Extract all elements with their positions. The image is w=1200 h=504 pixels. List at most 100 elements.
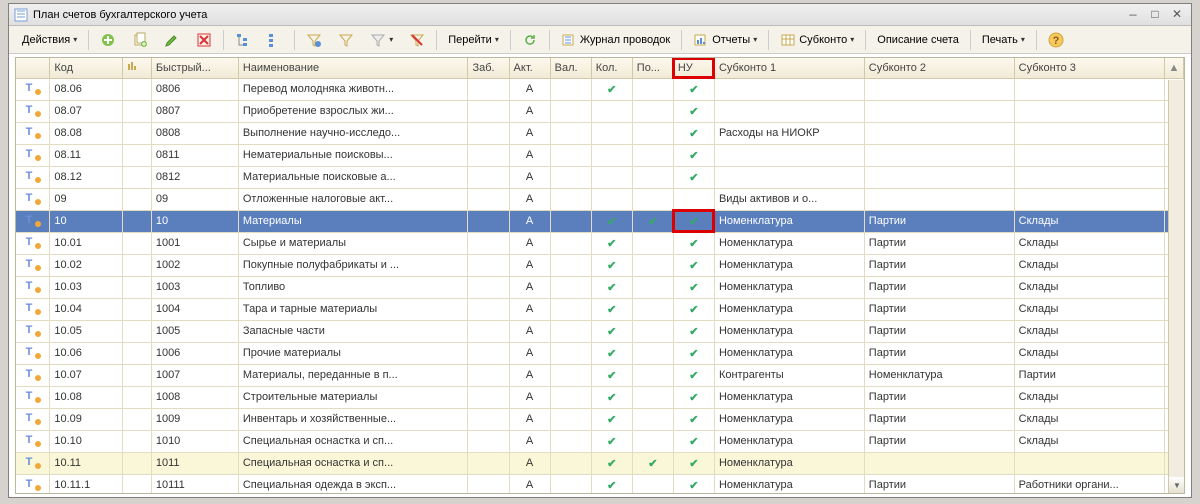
hierarchy1-button[interactable] [228, 29, 258, 51]
table-row[interactable]: 08.120812Материальные поисковые а...А✔ [16, 166, 1184, 188]
col-sub3[interactable]: Субконто 3 [1014, 58, 1164, 78]
table-row[interactable]: 10.081008Строительные материалыА✔✔Номенк… [16, 386, 1184, 408]
scroll-down-icon[interactable]: ▼ [1169, 477, 1185, 493]
cell-name: Специальная оснастка и сп... [238, 430, 468, 452]
cell-sub3: Склады [1014, 320, 1164, 342]
subkonto-button[interactable]: Субконто▾ [773, 29, 861, 51]
cell-code: 10 [50, 210, 123, 232]
table-row[interactable]: 10.041004Тара и тарные материалыА✔✔Номен… [16, 298, 1184, 320]
cell-name: Тара и тарные материалы [238, 298, 468, 320]
col-val[interactable]: Вал. [550, 58, 591, 78]
minimize-button[interactable]: — [1123, 7, 1143, 23]
cell-po [632, 144, 673, 166]
refresh-button[interactable] [515, 29, 545, 51]
cell-qty [591, 188, 632, 210]
cell-quick: 1007 [151, 364, 238, 386]
table-row[interactable]: 08.070807Приобретение взрослых жи...А✔ [16, 100, 1184, 122]
goto-menu[interactable]: Перейти▾ [441, 29, 506, 51]
table-row[interactable]: 10.091009Инвентарь и хозяйственные...А✔✔… [16, 408, 1184, 430]
cell-act: А [509, 144, 550, 166]
help-button[interactable]: ? [1041, 29, 1071, 51]
col-act[interactable]: Акт. [509, 58, 550, 78]
delete-button[interactable] [189, 29, 219, 51]
cell-name: Специальная оснастка и сп... [238, 452, 468, 474]
cell-po [632, 342, 673, 364]
maximize-button[interactable]: □ [1145, 7, 1165, 23]
table-row[interactable]: 08.060806Перевод молодняка животн...А✔✔ [16, 78, 1184, 100]
cell-qty: ✔ [591, 210, 632, 232]
row-icon-cell [16, 408, 50, 430]
cell-name: Прочие материалы [238, 342, 468, 364]
filter1-button[interactable] [299, 29, 329, 51]
filter2-button[interactable] [331, 29, 361, 51]
cell-sort [122, 408, 151, 430]
col-sort[interactable] [122, 58, 151, 78]
row-icon-cell [16, 320, 50, 342]
col-icon[interactable] [16, 58, 50, 78]
table-row[interactable]: 10.051005Запасные частиА✔✔НоменклатураПа… [16, 320, 1184, 342]
col-sub2[interactable]: Субконто 2 [864, 58, 1014, 78]
cell-act: А [509, 430, 550, 452]
table-row[interactable]: 10.011001Сырье и материалыА✔✔Номенклатур… [16, 232, 1184, 254]
cell-sub2 [864, 122, 1014, 144]
col-sub1[interactable]: Субконто 1 [714, 58, 864, 78]
table-row[interactable]: 10.061006Прочие материалыА✔✔Номенклатура… [16, 342, 1184, 364]
col-quick[interactable]: Быстрый... [151, 58, 238, 78]
row-icon-cell [16, 144, 50, 166]
cell-po [632, 254, 673, 276]
print-menu[interactable]: Печать▾ [975, 29, 1032, 51]
table-row[interactable]: 08.110811Нематериальные поисковы...А✔ [16, 144, 1184, 166]
col-code[interactable]: Код [50, 58, 123, 78]
table-row[interactable]: 10.031003ТопливоА✔✔НоменклатураПартииСкл… [16, 276, 1184, 298]
edit-button[interactable] [157, 29, 187, 51]
add-button[interactable] [93, 29, 123, 51]
filter3-button[interactable]: ▾ [363, 29, 400, 51]
vertical-scrollbar[interactable]: ▼ [1168, 80, 1184, 493]
cell-sub1: Номенклатура [714, 452, 864, 474]
descr-button[interactable]: Описание счета [870, 29, 966, 51]
cell-sub3 [1014, 122, 1164, 144]
cell-code: 10.08 [50, 386, 123, 408]
cell-po [632, 232, 673, 254]
col-po[interactable]: По... [632, 58, 673, 78]
table-row[interactable]: 10.11.110111Специальная одежда в эксп...… [16, 474, 1184, 494]
cell-act: А [509, 188, 550, 210]
account-icon [26, 258, 40, 270]
hierarchy2-button[interactable] [260, 29, 290, 51]
cell-act: А [509, 342, 550, 364]
cell-po [632, 166, 673, 188]
cell-act: А [509, 254, 550, 276]
row-icon-cell [16, 100, 50, 122]
col-qty[interactable]: Кол. [591, 58, 632, 78]
col-zab[interactable]: Заб. [468, 58, 509, 78]
col-nu[interactable]: НУ [673, 58, 714, 78]
cell-qty: ✔ [591, 452, 632, 474]
table-row[interactable]: 10.021002Покупные полуфабрикаты и ...А✔✔… [16, 254, 1184, 276]
col-name[interactable]: Наименование [238, 58, 468, 78]
row-icon-cell [16, 78, 50, 100]
cell-po [632, 386, 673, 408]
reports-button[interactable]: Отчеты▾ [686, 29, 764, 51]
grid[interactable]: Код Быстрый... Наименование Заб. Акт. Ва… [15, 57, 1185, 494]
cell-zab [468, 474, 509, 494]
table-row[interactable]: 10.071007Материалы, переданные в п...А✔✔… [16, 364, 1184, 386]
cell-code: 10.01 [50, 232, 123, 254]
cell-qty: ✔ [591, 298, 632, 320]
table-row[interactable]: 10.111011Специальная оснастка и сп...А✔✔… [16, 452, 1184, 474]
table-row[interactable]: 0909Отложенные налоговые акт...АВиды акт… [16, 188, 1184, 210]
close-button[interactable]: ✕ [1167, 7, 1187, 23]
table-row[interactable]: 08.080808Выполнение научно-исследо...А✔Р… [16, 122, 1184, 144]
row-icon-cell [16, 342, 50, 364]
journal-button[interactable]: Журнал проводок [554, 29, 677, 51]
account-icon [26, 368, 40, 380]
table-row[interactable]: 10.101010Специальная оснастка и сп...А✔✔… [16, 430, 1184, 452]
titlebar[interactable]: План счетов бухгалтерского учета — □ ✕ [9, 4, 1191, 26]
table-row[interactable]: 1010МатериалыА✔✔✔НоменклатураПартииСклад… [16, 210, 1184, 232]
cell-po: ✔ [632, 452, 673, 474]
cell-name: Запасные части [238, 320, 468, 342]
filter-off-button[interactable] [402, 29, 432, 51]
actions-menu[interactable]: Действия▾ [15, 29, 84, 51]
copy-button[interactable] [125, 29, 155, 51]
cell-sub1: Номенклатура [714, 210, 864, 232]
cell-name: Сырье и материалы [238, 232, 468, 254]
